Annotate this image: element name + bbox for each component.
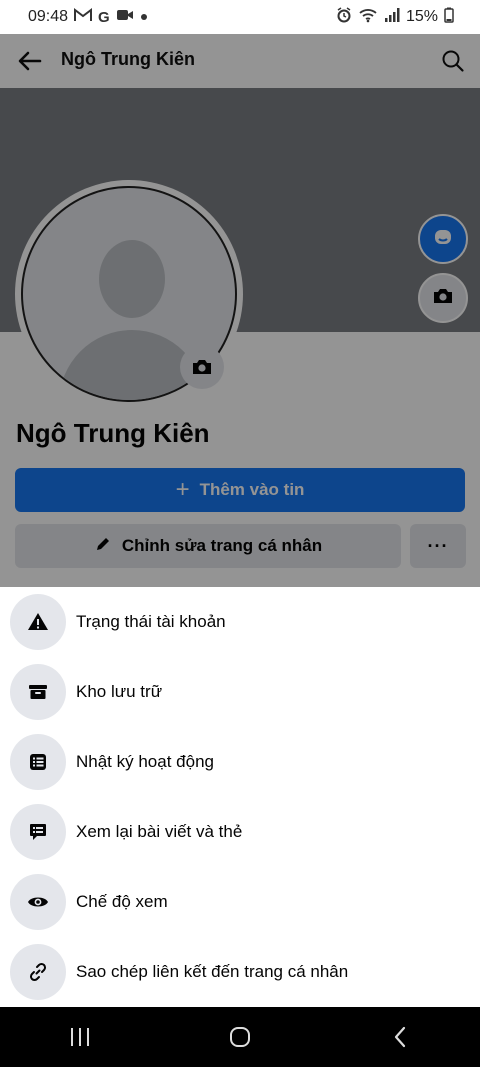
more-label: ···	[427, 535, 449, 556]
back-icon[interactable]	[370, 1015, 430, 1059]
app-bar: Ngô Trung Kiên	[0, 34, 480, 88]
google-icon: G	[98, 8, 110, 26]
page-title: Ngô Trung Kiên	[61, 49, 195, 69]
review-posts-icon	[10, 804, 66, 860]
more-options-button[interactable]: ···	[410, 524, 466, 568]
menu-item-view-as[interactable]: Chế độ xem	[0, 867, 480, 937]
edit-profile-button[interactable]: Chỉnh sửa trang cá nhân	[15, 524, 401, 568]
video-icon	[116, 8, 134, 27]
menu-item-activity-log[interactable]: Nhật ký hoạt động	[0, 727, 480, 797]
profile-name: Ngô Trung Kiên	[16, 418, 210, 448]
status-time: 09:48	[28, 8, 69, 25]
dot-icon	[140, 8, 148, 26]
recents-icon[interactable]	[50, 1015, 110, 1059]
menu-item-label: Xem lại bài viết và thẻ	[76, 822, 243, 841]
status-left: 09:48 G	[28, 7, 148, 27]
menu-item-copy-profile-link[interactable]: Sao chép liên kết đến trang cá nhân	[0, 937, 480, 1007]
alarm-icon	[336, 6, 352, 28]
menu-item-label: Nhật ký hoạt động	[76, 752, 214, 771]
avatar-edit-button[interactable]	[418, 214, 468, 264]
gmail-icon	[74, 7, 93, 27]
search-icon[interactable]	[440, 48, 466, 74]
menu-item-label: Kho lưu trữ	[76, 682, 163, 701]
signal-icon	[384, 7, 400, 28]
cover-camera-button[interactable]	[418, 273, 468, 323]
camera-icon	[432, 287, 454, 310]
menu-item-label: Sao chép liên kết đến trang cá nhân	[76, 962, 349, 981]
menu-item-label: Trạng thái tài khoản	[76, 612, 226, 631]
pencil-icon	[94, 535, 112, 558]
plus-icon: +	[175, 476, 190, 503]
activity-log-icon	[10, 734, 66, 790]
wifi-icon	[358, 7, 378, 28]
menu-item-archive[interactable]: Kho lưu trữ	[0, 657, 480, 727]
status-bar: 09:48 G 15%	[0, 0, 480, 34]
edit-profile-label: Chỉnh sửa trang cá nhân	[121, 536, 323, 555]
menu-item-review-posts[interactable]: Xem lại bài viết và thẻ	[0, 797, 480, 867]
link-icon	[10, 944, 66, 1000]
status-right: 15%	[336, 6, 454, 28]
back-arrow-icon[interactable]	[16, 47, 44, 75]
profile-section: Ngô Trung Kiên Ngô Trung Kiên + Thêm vào…	[0, 34, 480, 587]
battery-text: 15%	[405, 8, 438, 25]
avatar-face-icon	[432, 226, 454, 253]
menu-item-account-status[interactable]: Trạng thái tài khoản	[0, 587, 480, 657]
add-story-label: Thêm vào tin	[199, 480, 305, 499]
bottom-sheet-menu: Trạng thái tài khoản Kho lưu trữ Nhật ký…	[0, 587, 480, 1007]
home-icon[interactable]	[210, 1015, 270, 1059]
battery-icon	[444, 7, 454, 28]
change-avatar-camera-icon[interactable]	[180, 345, 224, 389]
eye-icon	[10, 874, 66, 930]
avatar-head-shape	[99, 240, 165, 318]
warning-icon	[10, 594, 66, 650]
archive-icon	[10, 664, 66, 720]
menu-item-label: Chế độ xem	[76, 892, 168, 911]
add-story-button[interactable]: + Thêm vào tin	[15, 468, 465, 512]
screen: 09:48 G 15% Ngô Trung Kiên Ngô Trung Kiê…	[0, 0, 480, 1067]
system-nav-bar	[0, 1007, 480, 1067]
